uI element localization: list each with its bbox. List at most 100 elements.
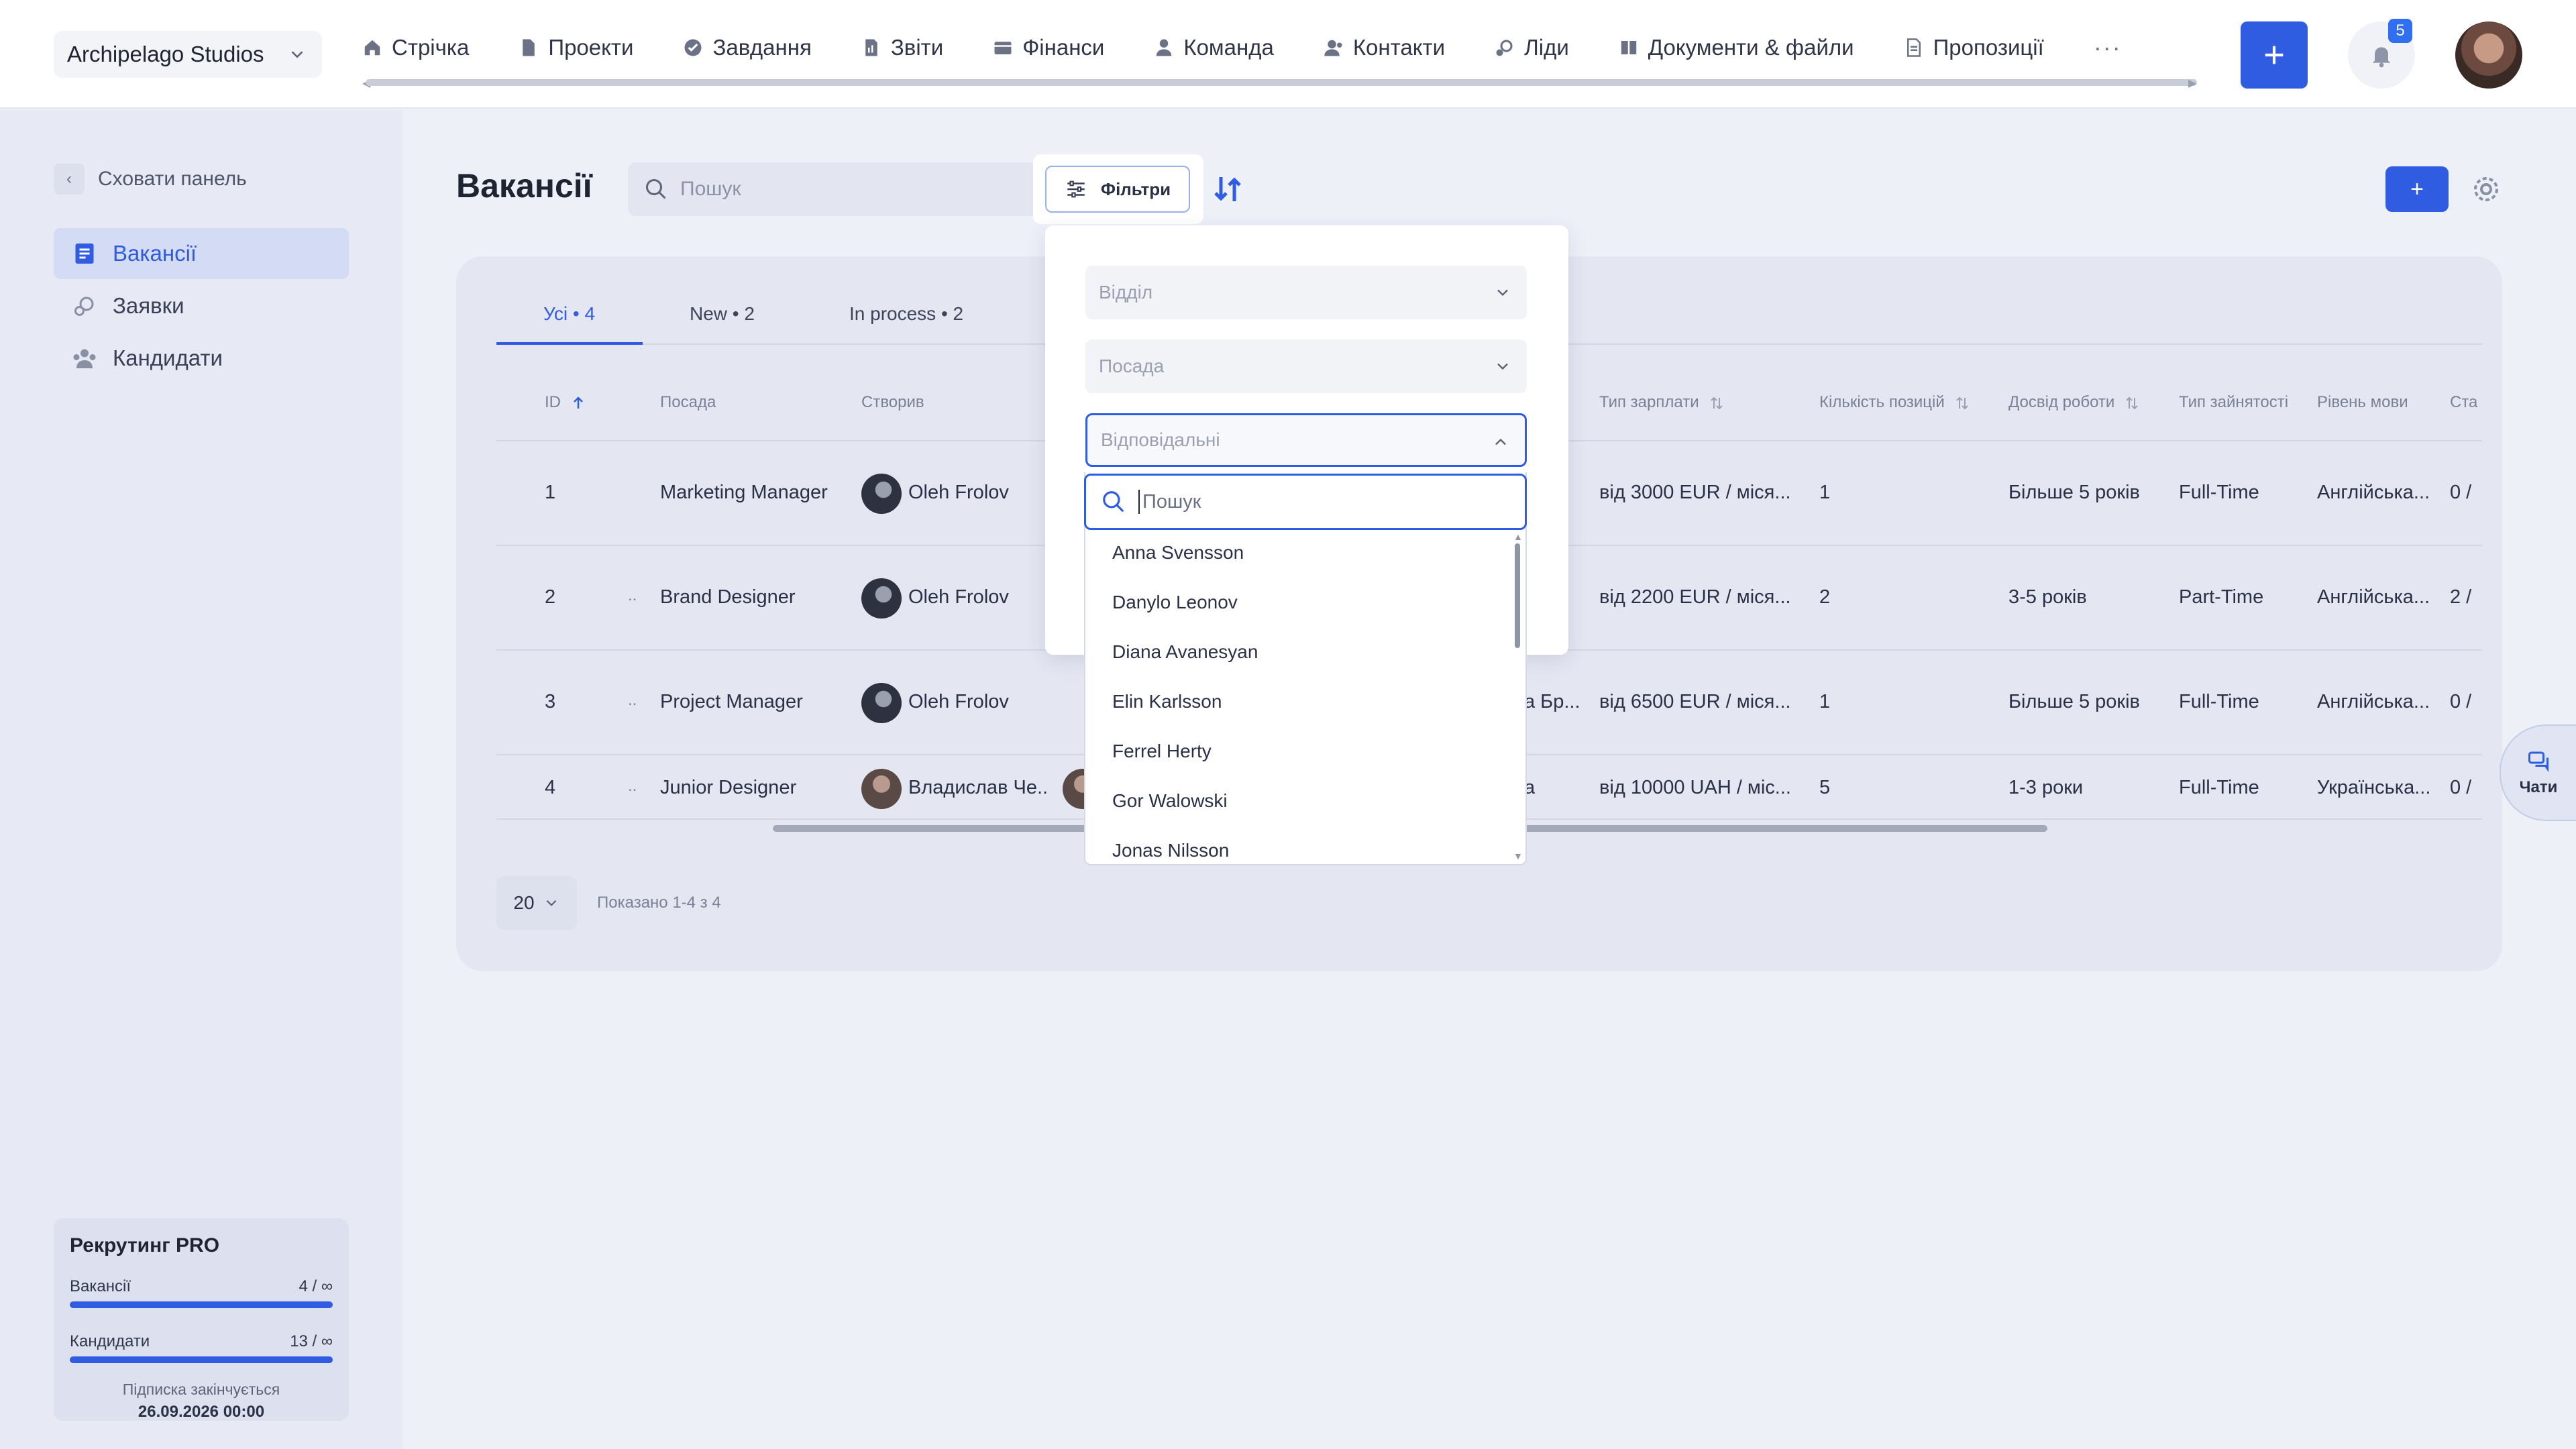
plan-row-vacancies: Вакансії 4 / ∞ [70, 1277, 333, 1296]
row-creator[interactable]: Oleh Frolov [908, 691, 1009, 713]
column-header-salary-type[interactable]: Тип зарплати [1599, 393, 1725, 412]
dropdown-option[interactable]: Elin Karlsson [1112, 691, 1222, 712]
nav-item-reports[interactable]: Звіти [861, 35, 943, 60]
column-header-status[interactable]: Ста [2450, 393, 2477, 412]
column-header-created[interactable]: Створив [861, 393, 924, 412]
dropdown-option[interactable]: Danylo Leonov [1112, 592, 1238, 613]
row-position: Project Manager [660, 691, 803, 712]
column-header-experience[interactable]: Досвід роботи [2008, 393, 2140, 412]
expand-icon[interactable]: .. [628, 586, 637, 605]
nav-item-documents[interactable]: Документи & файли [1619, 35, 1854, 60]
notifications-badge: 5 [2388, 19, 2412, 43]
user-avatar[interactable] [2455, 21, 2522, 89]
page-size-value: 20 [513, 892, 535, 913]
active-tab-indicator [496, 342, 643, 345]
dropdown-scrollbar-thumb[interactable] [1515, 543, 1520, 648]
row-salary: від 2200 EUR / міся... [1599, 586, 1791, 608]
nav-label: Фінанси [1022, 35, 1105, 60]
row-experience: 3-5 років [2008, 586, 2087, 608]
row-id[interactable]: 2 [545, 586, 555, 608]
sidebar-item-candidates[interactable]: Кандидати [54, 333, 349, 384]
contacts-icon [1324, 40, 1342, 56]
add-vacancy-button[interactable]: + [2385, 166, 2449, 212]
bell-icon [2372, 47, 2391, 68]
chevron-down-icon [546, 900, 556, 906]
dropdown-option[interactable]: Ferrel Herty [1112, 741, 1212, 762]
chevron-down-icon [291, 51, 303, 58]
more-nav-button[interactable]: ··· [2094, 34, 2122, 62]
search-input[interactable]: Пошук [628, 162, 1044, 216]
scroll-right-arrow-icon[interactable]: ▶ [2188, 76, 2196, 90]
row-id[interactable]: 4 [545, 777, 555, 799]
plan-row-value: 13 / ∞ [290, 1332, 333, 1350]
dropdown-option[interactable]: Anna Svensson [1112, 542, 1244, 564]
row-creator[interactable]: Владислав Че... [908, 777, 1049, 799]
company-select[interactable]: Archipelago Studios [54, 31, 322, 78]
nav-item-proposals[interactable]: Пропозиції [1904, 35, 2044, 60]
book-icon [1621, 41, 1637, 54]
row-creator[interactable]: Oleh Frolov [908, 482, 1009, 504]
dropdown-search-input[interactable]: Пошук [1084, 474, 1527, 530]
tab-all[interactable]: Усі • 4 [543, 303, 595, 325]
pagination-info: Показано 1-4 з 4 [597, 894, 721, 912]
quick-add-button[interactable] [2241, 21, 2308, 89]
dropdown-option[interactable]: Diana Avanesyan [1112, 641, 1258, 663]
dropdown-option[interactable]: Jonas Nilsson [1112, 840, 1229, 861]
nav-item-team[interactable]: Команда [1154, 35, 1274, 60]
text-cursor [1138, 490, 1140, 514]
chats-label: Чати [2519, 778, 2558, 796]
nav-label: Стрічка [392, 35, 470, 60]
column-header-position[interactable]: Посада [660, 393, 716, 412]
column-header-language[interactable]: Рівень мови [2317, 393, 2408, 412]
scroll-up-arrow-icon[interactable]: ▲ [1513, 531, 1523, 542]
sort-icon [1956, 396, 1968, 410]
position-select[interactable]: Посада [1085, 339, 1527, 393]
nav-item-leads[interactable]: Ліди [1495, 35, 1569, 60]
row-count: 5 [1819, 777, 1831, 798]
chats-button[interactable]: Чати [2500, 724, 2576, 821]
expand-icon[interactable]: .. [628, 691, 637, 710]
row-salary: від 10000 UAH / міс... [1599, 777, 1791, 798]
nav-item-feed[interactable]: Стрічка [362, 35, 469, 60]
hide-panel-button[interactable]: ‹ Сховати панель [54, 164, 247, 195]
search-icon [646, 179, 666, 199]
nav-label: Звіти [890, 35, 944, 60]
link-icon [74, 297, 94, 316]
row-creator[interactable]: Oleh Frolov [908, 586, 1009, 608]
column-header-label: Кількість позицій [1819, 393, 1945, 411]
tab-new[interactable]: New • 2 [690, 303, 755, 325]
filters-button[interactable]: Фільтри [1045, 166, 1190, 213]
nav-item-tasks[interactable]: Завдання [683, 35, 812, 60]
row-count: 1 [1819, 482, 1831, 503]
nav-item-finance[interactable]: Фінанси [993, 35, 1104, 60]
sidebar-item-applications[interactable]: Заявки [54, 280, 349, 331]
column-header-label: Досвід роботи [2008, 393, 2115, 411]
row-id[interactable]: 3 [545, 691, 555, 713]
column-header-count[interactable]: Кількість позицій [1819, 393, 1970, 412]
column-header-employment[interactable]: Тип зайнятості [2179, 393, 2288, 412]
tab-in-process[interactable]: In process • 2 [849, 303, 963, 325]
sidebar-item-label: Вакансії [113, 241, 197, 266]
nav-label: Контакти [1352, 35, 1446, 60]
column-header-id[interactable]: ID [545, 393, 586, 412]
chevron-down-icon [1497, 363, 1508, 370]
page-size-select[interactable]: 20 [496, 876, 577, 930]
responsible-select[interactable]: Відповідальні [1085, 413, 1527, 467]
nav-item-contacts[interactable]: Контакти [1324, 35, 1445, 60]
row-count: 2 [1819, 586, 1831, 608]
scroll-down-arrow-icon[interactable]: ▼ [1513, 851, 1523, 861]
expand-icon[interactable]: .. [628, 777, 637, 796]
row-position: Marketing Manager [660, 482, 828, 503]
nav-item-projects[interactable]: Проекти [519, 35, 633, 60]
search-placeholder: Пошук [680, 178, 741, 200]
sort-icon[interactable] [1212, 173, 1244, 205]
dropdown-option[interactable]: Gor Walowski [1112, 790, 1228, 812]
sort-icon [2126, 396, 2139, 410]
row-id[interactable]: 1 [545, 482, 555, 504]
report-icon [865, 39, 877, 56]
nav-scrollbar[interactable] [366, 79, 2197, 86]
department-select[interactable]: Відділ [1085, 266, 1527, 319]
gear-icon[interactable] [2470, 173, 2502, 205]
row-status: 2 / [2450, 586, 2472, 608]
sidebar-item-vacancies[interactable]: Вакансії [54, 228, 349, 279]
